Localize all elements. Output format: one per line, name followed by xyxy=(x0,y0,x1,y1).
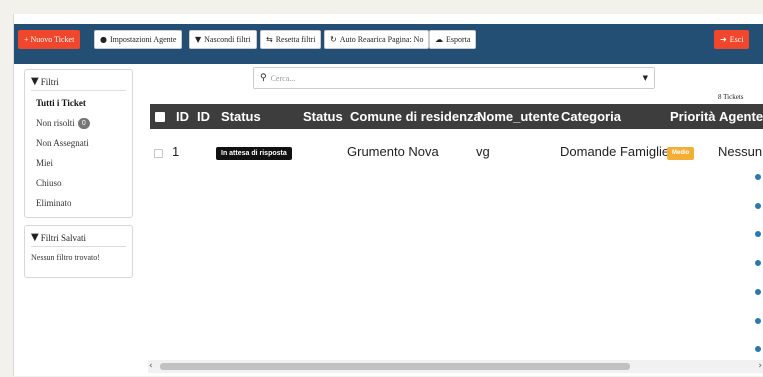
saved-filters-panel: ▼ Filtri Salvati Nessun filtro trovato! xyxy=(24,225,133,278)
sign-out-icon: ➜ xyxy=(720,35,727,44)
users-gear-icon: ● xyxy=(100,35,107,44)
logout-label: Esci xyxy=(729,35,744,44)
filter-icon: ▼ xyxy=(31,232,39,243)
filter-item-mine[interactable]: Miei xyxy=(36,153,132,173)
filter-item-label: Miei xyxy=(36,158,53,168)
reset-filters-button[interactable]: ⇆ Resetta filtri xyxy=(260,30,322,49)
agent-settings-button[interactable]: ● Impostazioni Agente xyxy=(94,30,183,49)
hide-filters-label: Nascondi filtri xyxy=(204,35,251,44)
filter-item-closed[interactable]: Chiuso xyxy=(36,173,132,193)
cell-categoria: Domande Famiglie xyxy=(560,144,670,159)
search-select[interactable]: ⚲ Cerca... ▼ xyxy=(253,67,655,89)
filter-icon: ▼ xyxy=(31,76,39,87)
filters-panel: ▼ Filtri Tutti i Ticket Non risolti 0 No… xyxy=(24,69,133,218)
dot-indicator xyxy=(755,174,761,180)
scroll-right-icon[interactable]: › xyxy=(758,361,762,371)
select-all-checkbox[interactable] xyxy=(155,112,165,122)
count-badge: 0 xyxy=(77,117,90,129)
dot-indicator xyxy=(755,260,761,266)
filter-icon: ▼ xyxy=(195,35,202,44)
scroll-left-icon[interactable]: ‹ xyxy=(149,361,153,371)
cell-comune: Grumento Nova xyxy=(347,144,439,159)
table-header: ID ID Status Status Comune di residenza … xyxy=(150,104,763,129)
search-icon: ⚲ xyxy=(260,73,267,83)
horizontal-scrollbar[interactable]: ‹ › xyxy=(148,360,763,373)
filter-item-unresolved[interactable]: Non risolti 0 xyxy=(36,113,132,133)
new-ticket-button[interactable]: + Nuovo Ticket xyxy=(18,30,81,49)
cell-agente: Nessun xyxy=(718,144,763,159)
column-header-agente[interactable]: Agente xyxy=(719,109,763,124)
row-checkbox[interactable] xyxy=(154,149,163,158)
dot-indicator xyxy=(755,346,761,352)
table-row[interactable]: 1 In attesa di risposta Grumento Nova vg… xyxy=(150,139,763,167)
column-header-nome-utente[interactable]: Nome_utente xyxy=(477,109,559,124)
saved-filters-empty: Nessun filtro trovato! xyxy=(31,253,100,262)
filter-item-label: Non Assegnati xyxy=(36,138,89,148)
export-label: Esporta xyxy=(446,35,471,44)
filter-item-label: Non risolti xyxy=(36,118,75,128)
cell-nome-utente: vg xyxy=(476,144,490,159)
chevron-down-icon: ▼ xyxy=(642,74,648,82)
logout-button[interactable]: ➜ Esci xyxy=(714,30,750,49)
dot-indicator xyxy=(755,231,761,237)
auto-refresh-button[interactable]: ↻ Auto Reaarica Pagina: No xyxy=(324,30,430,49)
saved-filters-title: Filtri Salvati xyxy=(40,232,86,243)
cell-id: 1 xyxy=(172,144,180,159)
export-button[interactable]: ☁ Esporta xyxy=(429,30,477,49)
cloud-download-icon: ☁ xyxy=(435,35,443,44)
scrollbar-thumb[interactable] xyxy=(160,363,630,370)
filter-item-label: Chiuso xyxy=(36,178,62,188)
dot-indicator xyxy=(755,318,761,324)
retweet-icon: ⇆ xyxy=(266,35,273,44)
dot-indicator xyxy=(755,203,761,209)
filter-item-label: Eliminato xyxy=(36,198,72,208)
column-header-priorita[interactable]: Priorità xyxy=(670,109,716,124)
reset-filters-label: Resetta filtri xyxy=(275,35,316,44)
agent-settings-label: Impostazioni Agente xyxy=(109,35,177,44)
dot-indicator xyxy=(755,289,761,295)
column-header-status-2[interactable]: Status xyxy=(303,109,343,124)
auto-refresh-label: Auto Reaarica Pagina: No xyxy=(339,35,424,44)
saved-filters-header: ▼ Filtri Salvati xyxy=(31,229,126,247)
status-badge: In attesa di risposta xyxy=(216,147,292,160)
refresh-icon: ↻ xyxy=(330,35,337,44)
filters-header: ▼ Filtri xyxy=(31,73,126,91)
filter-item-all[interactable]: Tutti i Ticket xyxy=(36,93,132,113)
ticket-count: 8 Tickets xyxy=(718,93,744,101)
main-frame: + Nuovo Ticket ● Impostazioni Agente ▼ N… xyxy=(13,14,763,376)
filter-item-deleted[interactable]: Eliminato xyxy=(36,193,132,213)
new-ticket-label: + Nuovo Ticket xyxy=(24,35,75,44)
column-header-status[interactable]: Status xyxy=(221,109,261,124)
hide-filters-button[interactable]: ▼ Nascondi filtri xyxy=(189,30,257,49)
filter-item-unassigned[interactable]: Non Assegnati xyxy=(36,133,132,153)
priority-badge: Medio xyxy=(667,147,695,160)
filter-item-label: Tutti i Ticket xyxy=(36,98,86,108)
column-header-id-2[interactable]: ID xyxy=(197,109,210,124)
filters-list: Tutti i Ticket Non risolti 0 Non Assegna… xyxy=(25,93,132,213)
column-header-comune[interactable]: Comune di residenza xyxy=(350,109,481,124)
vertical-dot-indicator xyxy=(755,174,761,354)
column-header-categoria[interactable]: Categoria xyxy=(561,109,621,124)
column-header-id[interactable]: ID xyxy=(176,109,189,124)
search-placeholder: Cerca... xyxy=(270,73,296,83)
filters-title: Filtri xyxy=(40,76,59,87)
